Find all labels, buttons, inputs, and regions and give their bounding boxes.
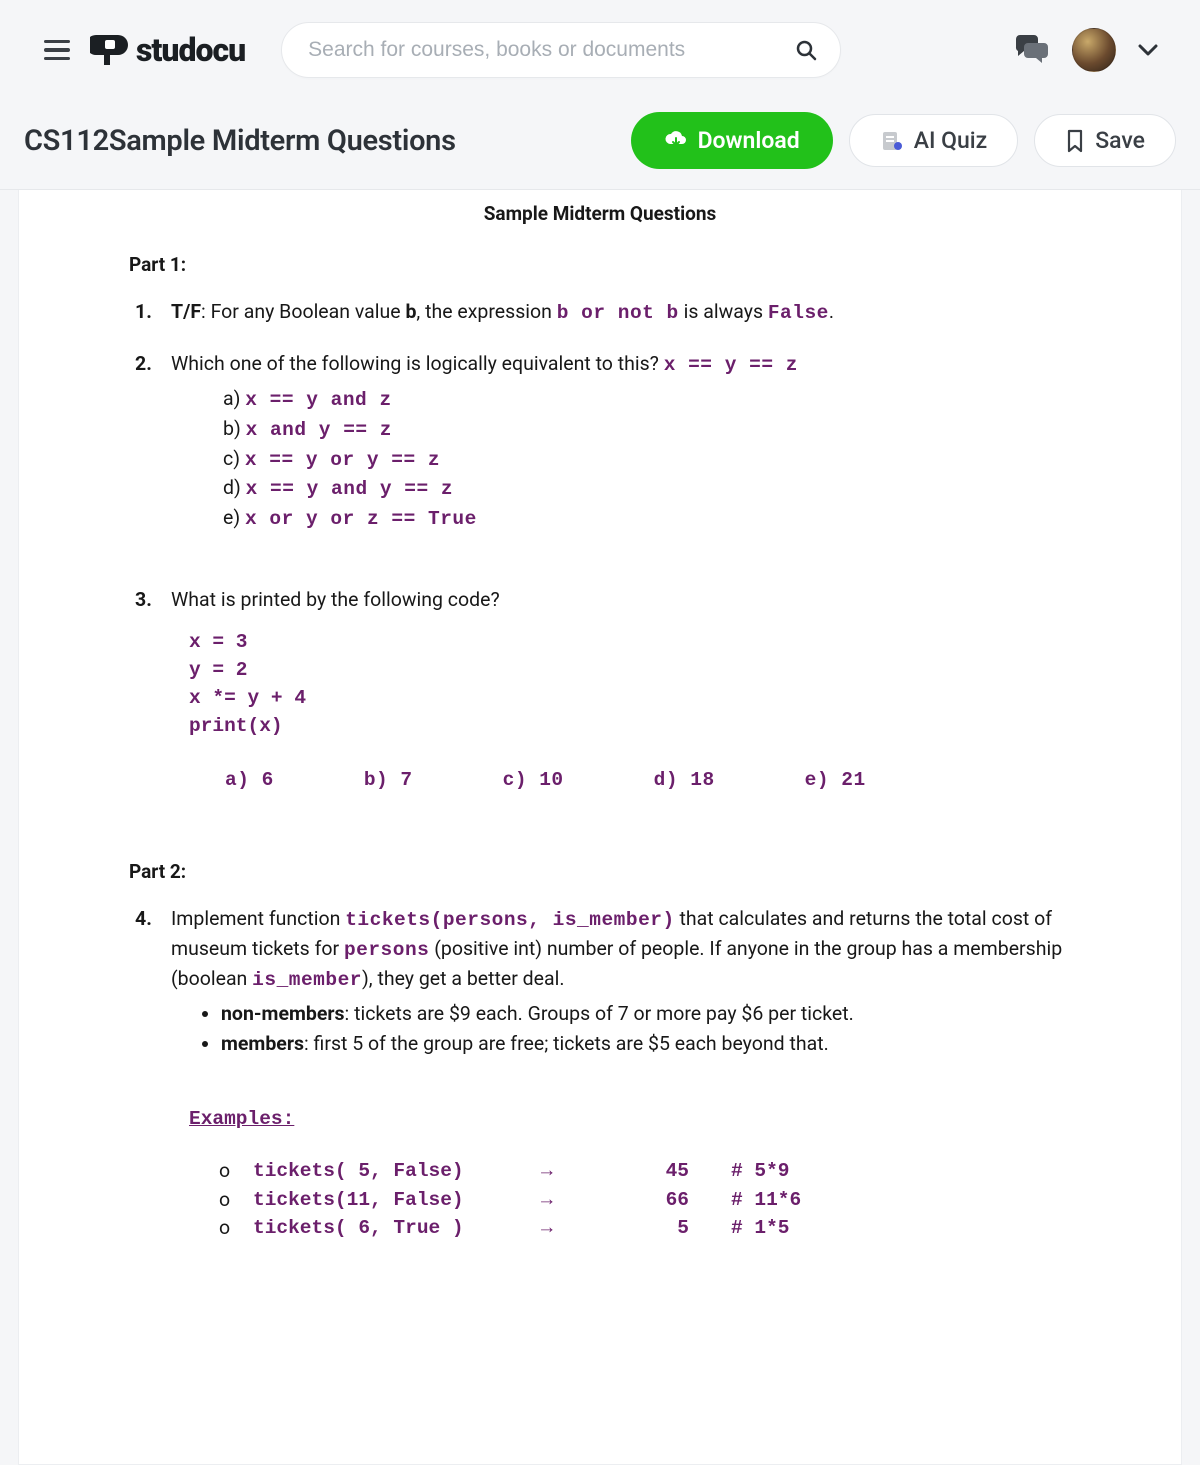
- page-title: CS112Sample Midterm Questions: [24, 124, 456, 158]
- search-bar[interactable]: [281, 22, 841, 78]
- question-4: 4. Implement function tickets(persons, i…: [171, 905, 1071, 1242]
- q4-examples: Examples: o tickets( 5, False) → 45 # 5*…: [189, 1104, 1071, 1242]
- example-row: o tickets( 5, False) → 45 # 5*9: [219, 1157, 1071, 1185]
- example-row: o tickets(11, False) → 66 # 11*6: [219, 1186, 1071, 1214]
- q3-code: x = 3 y = 2 x *= y + 4 print(x): [189, 628, 1071, 741]
- save-label: Save: [1095, 127, 1145, 154]
- ai-quiz-button[interactable]: AI Quiz: [849, 114, 1019, 167]
- question-list-part1: 1. T/F: For any Boolean value b, the exp…: [129, 298, 1071, 794]
- doc-title: Sample Midterm Questions: [129, 202, 1071, 225]
- search-input[interactable]: [308, 38, 794, 62]
- cloud-download-icon: [664, 130, 688, 152]
- header-actions: [1012, 28, 1158, 72]
- example-row: o tickets( 6, True ) → 5 # 1*5: [219, 1214, 1071, 1242]
- q2-options: a) x == y and z b) x and y == z c) x == …: [223, 385, 1071, 533]
- topbar: studocu: [0, 0, 1200, 100]
- chevron-down-icon[interactable]: [1138, 43, 1158, 57]
- question-2: 2. Which one of the following is logical…: [171, 350, 1071, 534]
- bookmark-icon: [1065, 129, 1085, 153]
- download-button[interactable]: Download: [631, 112, 833, 169]
- search-icon[interactable]: [794, 38, 818, 62]
- part2-label: Part 2:: [129, 860, 1071, 883]
- sparkle-doc-icon: [880, 130, 904, 152]
- document-page: Sample Midterm Questions Part 1: 1. T/F:…: [18, 190, 1182, 1465]
- question-list-part2: 4. Implement function tickets(persons, i…: [129, 905, 1071, 1242]
- titlebar: CS112Sample Midterm Questions Download A…: [0, 100, 1200, 190]
- ai-quiz-label: AI Quiz: [914, 127, 988, 154]
- download-label: Download: [698, 127, 800, 154]
- messages-icon[interactable]: [1012, 31, 1050, 69]
- examples-label: Examples:: [189, 1108, 294, 1130]
- save-button[interactable]: Save: [1034, 114, 1176, 167]
- hamburger-menu[interactable]: [42, 34, 72, 67]
- logo-icon: [90, 31, 130, 69]
- question-3: 3. What is printed by the following code…: [171, 586, 1071, 794]
- part1-label: Part 1:: [129, 253, 1071, 276]
- logo[interactable]: studocu: [90, 31, 245, 69]
- q4-bullets: non-members: tickets are $9 each. Groups…: [221, 1000, 1071, 1057]
- q3-answers: a) 6 b) 7 c) 10 d) 18 e) 21: [225, 767, 1071, 795]
- question-1: 1. T/F: For any Boolean value b, the exp…: [171, 298, 1071, 328]
- avatar[interactable]: [1072, 28, 1116, 72]
- logo-text: studocu: [136, 31, 245, 69]
